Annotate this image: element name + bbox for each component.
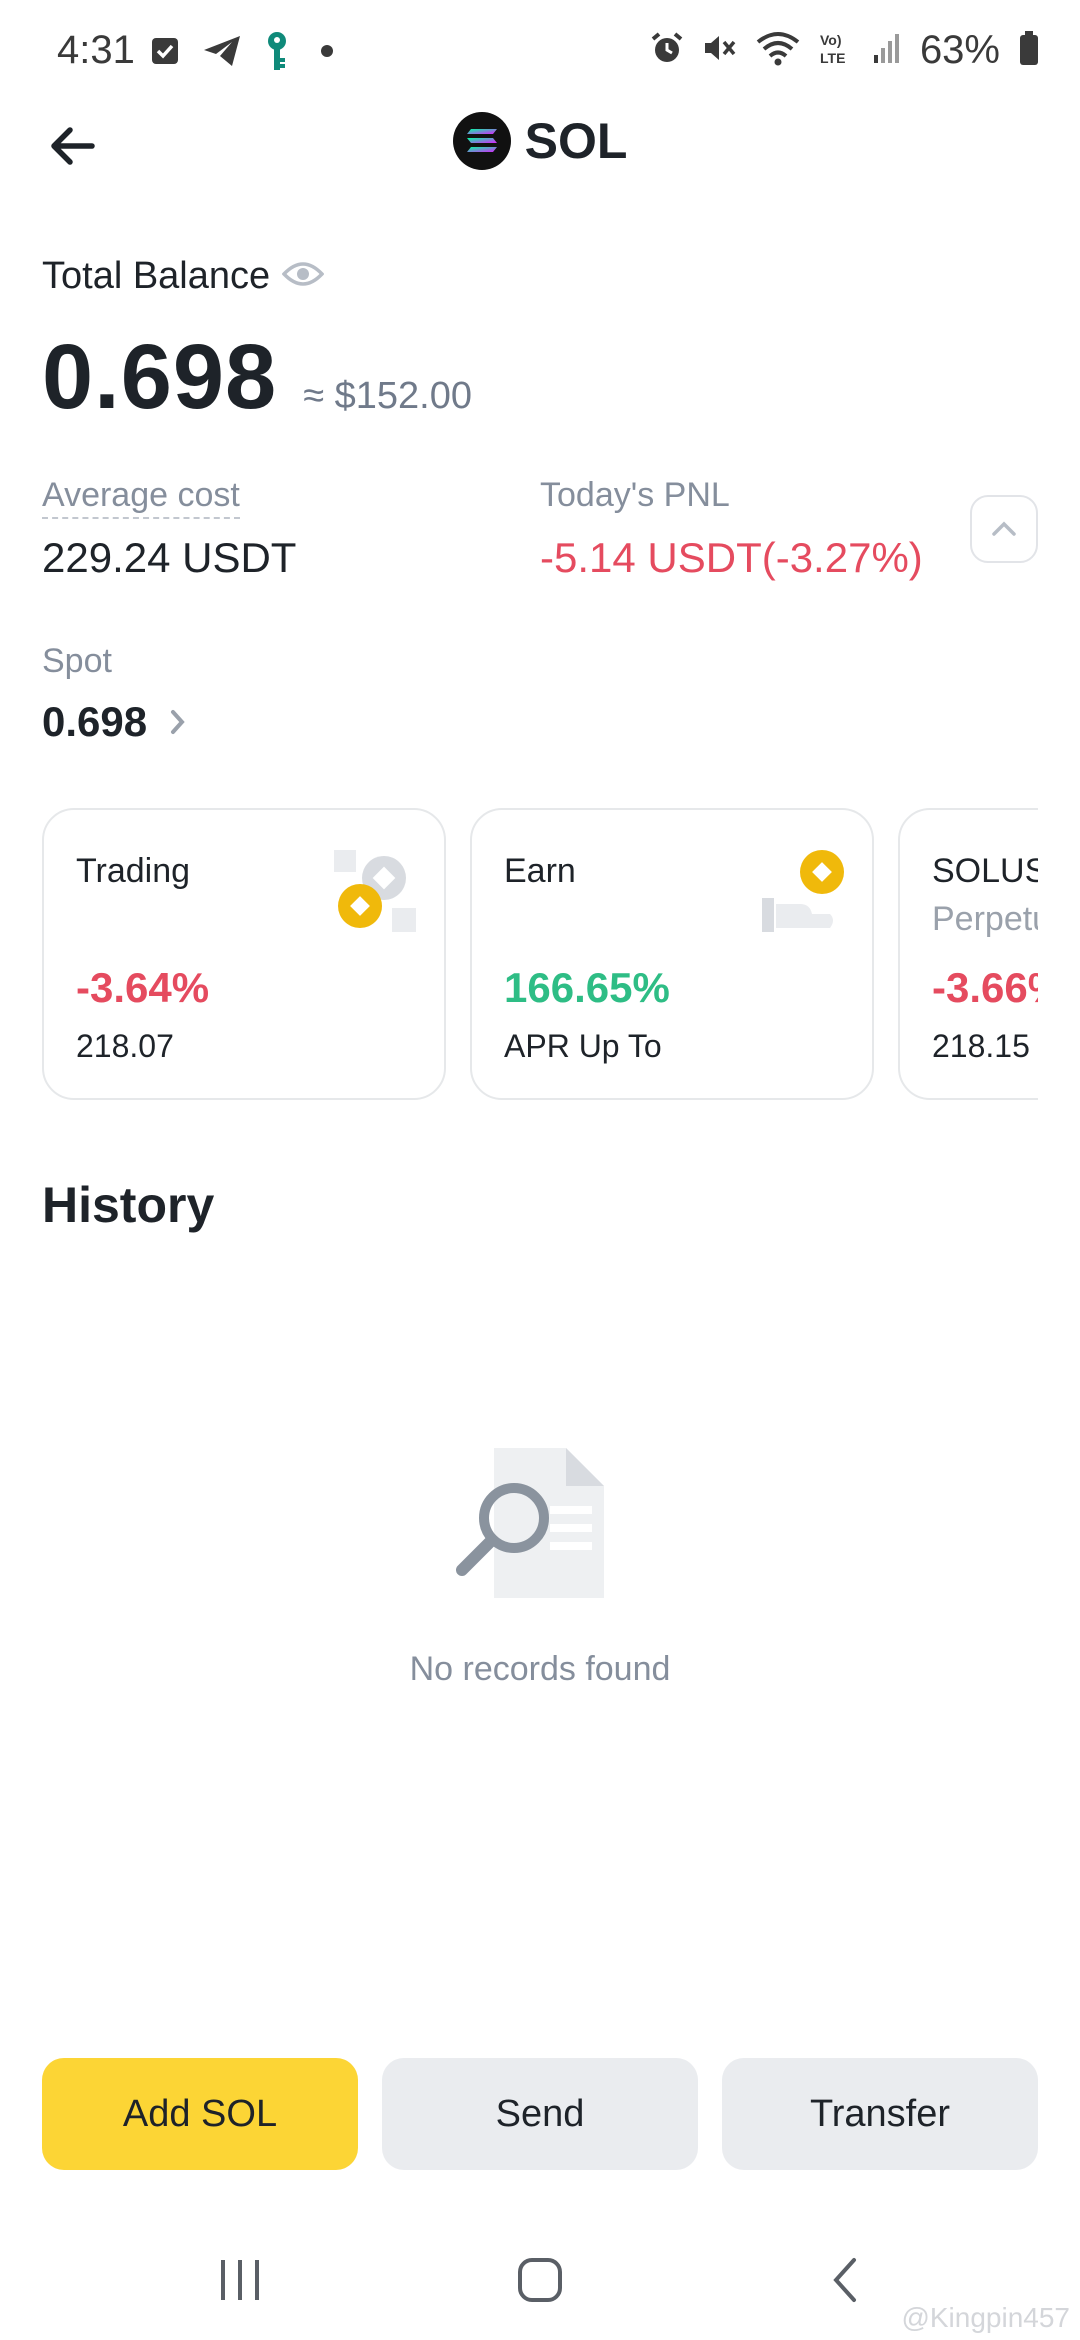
telegram-icon <box>202 34 242 73</box>
market-cards-carousel[interactable]: Trading -3.64% 218.07 Earn 166.65% APR U… <box>42 808 1038 1104</box>
trading-coins-icon <box>334 850 416 932</box>
spot-value: 0.698 <box>42 698 148 745</box>
chevron-up-icon <box>992 521 1016 536</box>
volte-icon: Vo) LTE <box>818 30 854 71</box>
collapse-button[interactable] <box>970 495 1038 563</box>
status-time: 4:31 <box>57 28 135 72</box>
chevron-right-icon <box>171 710 185 734</box>
solana-logo-icon <box>452 112 511 170</box>
card-title: SOLUSDT <box>932 852 1038 890</box>
signal-icon <box>872 31 902 70</box>
total-balance-row: 0.698 ≈ $152.00 <box>42 325 472 430</box>
market-cards-track: Trading -3.64% 218.07 Earn 166.65% APR U… <box>42 808 1038 1100</box>
battery-icon <box>1018 30 1040 71</box>
history-title: History <box>42 1177 215 1233</box>
system-navigation-bar: @Kingpin457 <box>0 2220 1080 2340</box>
total-balance-label-row: Total Balance <box>42 255 325 298</box>
average-cost-value: 229.24 USDT <box>42 534 297 581</box>
send-button[interactable]: Send <box>382 2058 698 2170</box>
average-cost-label[interactable]: Average cost <box>42 476 240 519</box>
card-caption: APR Up To <box>504 1028 662 1064</box>
card-price: 218.07 <box>76 1028 174 1064</box>
svg-text:Vo): Vo) <box>820 32 842 48</box>
card-title: Trading <box>76 852 191 890</box>
earn-card[interactable]: Earn 166.65% APR Up To <box>470 808 874 1100</box>
card-change: -3.64% <box>76 964 210 1011</box>
eye-icon[interactable] <box>281 258 325 295</box>
key-icon <box>264 30 290 77</box>
card-apr: 166.65% <box>504 964 670 1011</box>
todays-pnl-label: Today's PNL <box>540 476 730 514</box>
card-subtitle: Perpetual <box>932 900 1038 938</box>
dot-icon <box>312 36 342 71</box>
total-balance-usd: ≈ $152.00 <box>303 375 473 417</box>
status-left-icons <box>150 30 342 77</box>
earn-hand-coin-icon <box>762 850 844 932</box>
total-balance-value: 0.698 <box>42 326 278 428</box>
empty-state-text: No records found <box>409 1650 671 1688</box>
card-title: Earn <box>504 852 576 890</box>
total-balance-label: Total Balance <box>42 255 271 297</box>
todays-pnl-value: -5.14 USDT(-3.27%) <box>540 534 923 581</box>
home-icon <box>518 2258 562 2302</box>
no-records-magnifier-icon <box>456 1448 604 1598</box>
add-sol-button[interactable]: Add SOL <box>42 2058 358 2170</box>
spot-row[interactable]: 0.698 <box>42 698 187 746</box>
system-back-button[interactable] <box>805 2250 885 2310</box>
status-bar: 4:31 Vo) LTE 63% <box>0 0 1080 100</box>
home-button[interactable] <box>500 2250 580 2310</box>
alarm-icon <box>650 31 684 70</box>
trading-card[interactable]: Trading -3.64% 218.07 <box>42 808 446 1100</box>
action-bar: Add SOL Send Transfer <box>42 2058 1038 2170</box>
battery-percent: 63% <box>919 28 1000 72</box>
watermark: @Kingpin457 <box>901 2302 1070 2333</box>
recent-apps-button[interactable] <box>200 2250 280 2310</box>
header-title-group: SOL <box>0 112 1080 170</box>
transfer-button[interactable]: Transfer <box>722 2058 1038 2170</box>
card-price: 218.15 <box>932 1028 1030 1064</box>
chevron-left-icon <box>833 2258 856 2302</box>
app-header: SOL <box>0 100 1080 200</box>
status-right-icons: Vo) LTE 63% <box>650 28 1040 73</box>
svg-text:LTE: LTE <box>820 50 845 66</box>
spot-label: Spot <box>42 642 112 680</box>
card-change: -3.66% <box>932 964 1038 1011</box>
recent-apps-icon <box>221 2260 259 2300</box>
perpetual-card[interactable]: SOLUSDT Perpetual -3.66% 218.15 <box>898 808 1038 1100</box>
mute-icon <box>702 31 738 70</box>
page-title: SOL <box>524 113 628 169</box>
checkbox-icon <box>150 36 180 71</box>
wifi-icon <box>756 30 800 71</box>
